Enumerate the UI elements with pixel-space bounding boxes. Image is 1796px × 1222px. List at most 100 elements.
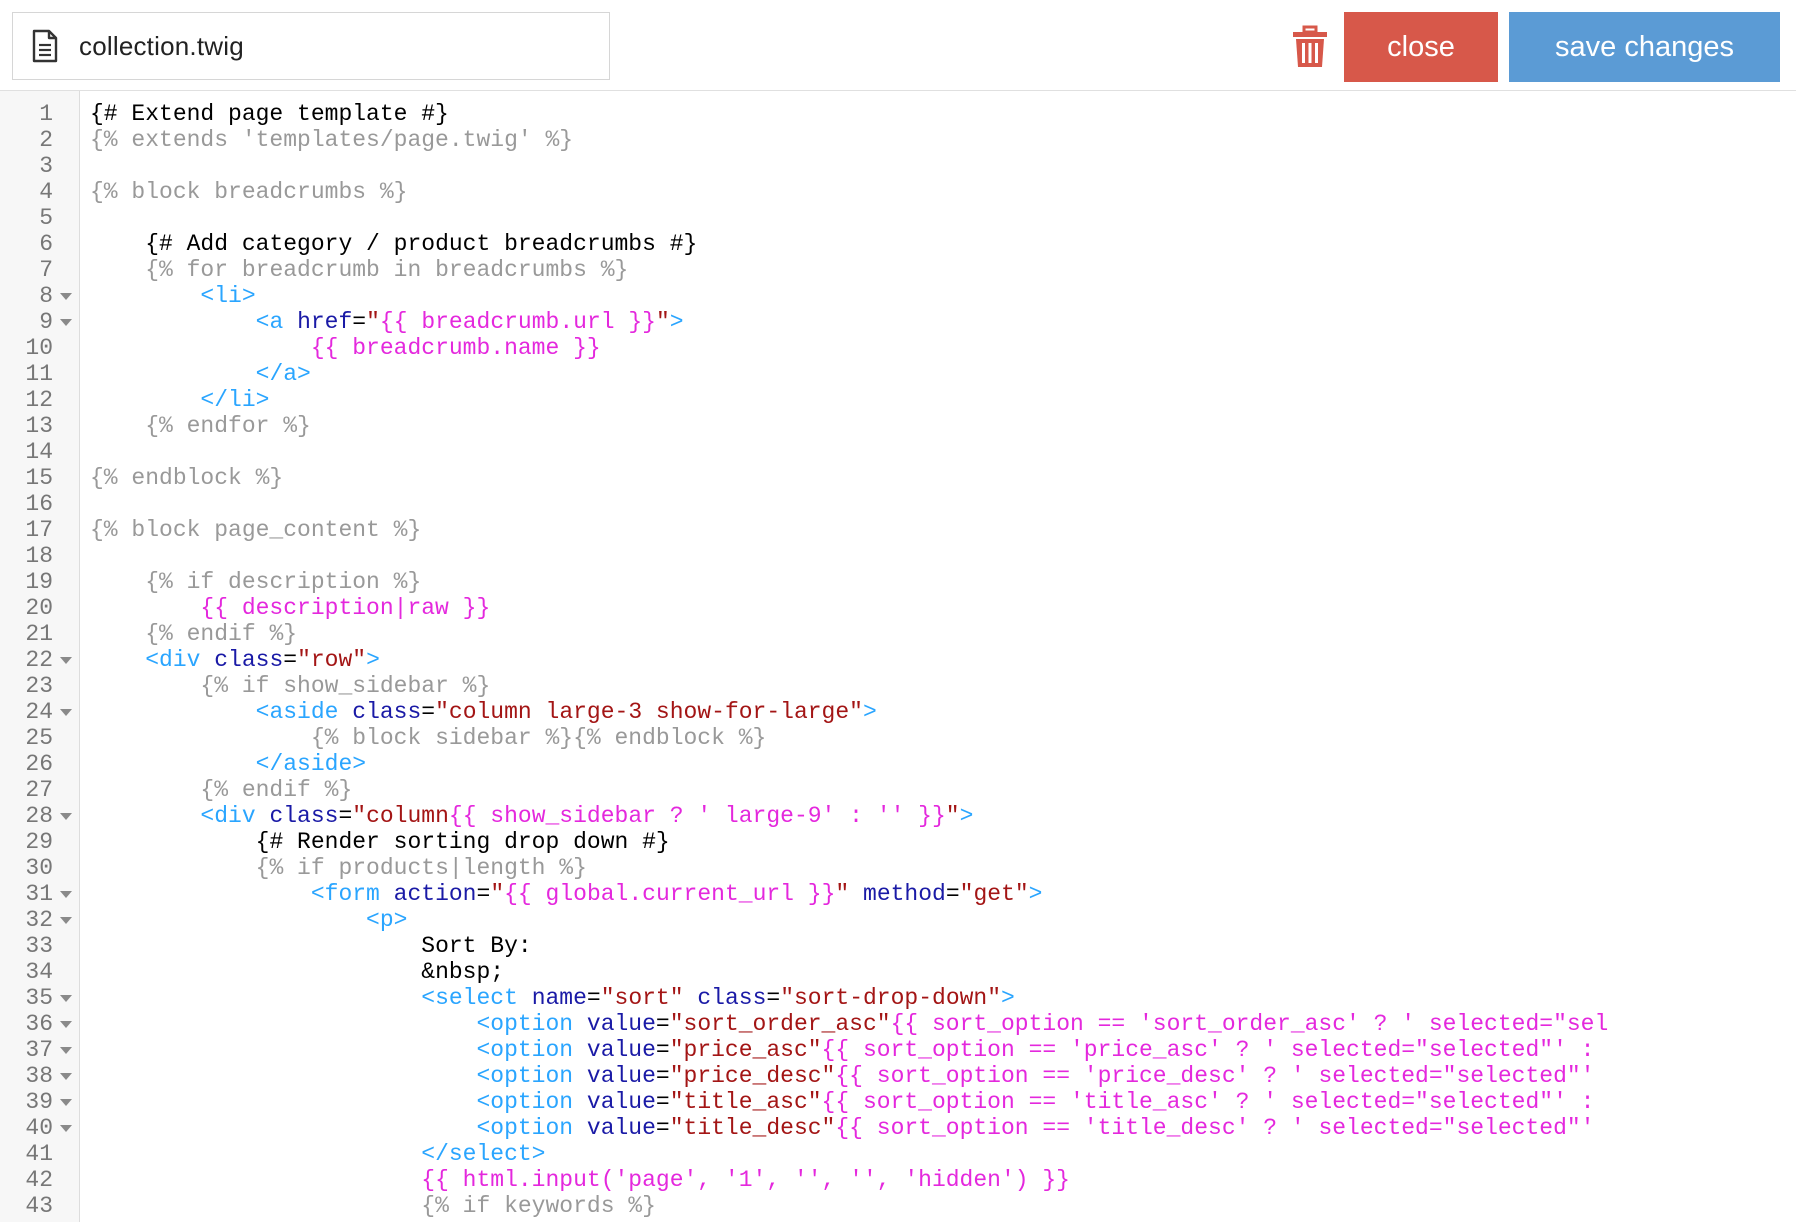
code-lines: 1 {# Extend page template #} 2 {% extends '… — [0, 101, 1796, 1219]
code-line[interactable]: 24 <aside class="column large-3 show-for… — [0, 699, 1796, 725]
code-line[interactable]: 23 {% if show_sidebar %} — [0, 673, 1796, 699]
code-text: <option value="sort_order_asc"{{ sort_op… — [90, 1011, 1608, 1037]
fold-arrow-icon[interactable] — [60, 1125, 72, 1132]
fold-arrow-icon[interactable] — [60, 1099, 72, 1106]
token-attr: value — [586, 1037, 656, 1063]
line-number: 17 — [25, 517, 53, 543]
code-line[interactable]: 43 {% if keywords %} — [0, 1193, 1796, 1219]
code-line[interactable]: 27 {% endif %} — [0, 777, 1796, 803]
token-attr: class — [352, 699, 422, 725]
save-changes-button[interactable]: save changes — [1509, 12, 1780, 82]
fold-arrow-icon[interactable] — [60, 917, 72, 924]
code-text: {# Add category / product breadcrumbs #} — [90, 231, 697, 257]
code-line[interactable]: 18 — [0, 543, 1796, 569]
fold-arrow-icon[interactable] — [60, 995, 72, 1002]
line-number: 10 — [25, 335, 53, 361]
code-line[interactable]: 31 <form action="{{ global.current_url }… — [0, 881, 1796, 907]
token-text: &nbsp; — [421, 959, 505, 985]
token-var: {{ sort_option == 'title_asc' ? ' select… — [821, 1089, 1595, 1115]
code-line[interactable]: 3 — [0, 153, 1796, 179]
code-line[interactable]: 10 {{ breadcrumb.name }} — [0, 335, 1796, 361]
line-number: 29 — [25, 829, 53, 855]
code-line[interactable]: 30 {% if products|length %} — [0, 855, 1796, 881]
close-button[interactable]: close — [1344, 12, 1498, 82]
code-line[interactable]: 4 {% block breadcrumbs %} — [0, 179, 1796, 205]
code-line[interactable]: 19 {% if description %} — [0, 569, 1796, 595]
token-tag: {% if description %} — [145, 569, 422, 595]
code-text: {% if products|length %} — [90, 855, 587, 881]
code-line[interactable]: 13 {% endfor %} — [0, 413, 1796, 439]
code-line[interactable]: 5 — [0, 205, 1796, 231]
code-line[interactable]: 9 <a href="{{ breadcrumb.url }}"> — [0, 309, 1796, 335]
code-line[interactable]: 33 Sort By: — [0, 933, 1796, 959]
code-line[interactable]: 39 <option value="title_asc"{{ sort_opti… — [0, 1089, 1796, 1115]
code-line[interactable]: 42 {{ html.input('page', '1', '', '', 'h… — [0, 1167, 1796, 1193]
token-tag: {% endfor %} — [145, 413, 311, 439]
code-line[interactable]: 32 <p> — [0, 907, 1796, 933]
code-text: <option value="price_desc"{{ sort_option… — [90, 1063, 1594, 1089]
trash-icon[interactable] — [1288, 24, 1332, 70]
token-attr: class — [214, 647, 284, 673]
token-eq: = — [338, 803, 353, 829]
fold-arrow-icon[interactable] — [60, 1021, 72, 1028]
fold-arrow-icon[interactable] — [60, 1073, 72, 1080]
code-line[interactable]: 1 {# Extend page template #} — [0, 101, 1796, 127]
token-str: "row" — [297, 647, 367, 673]
code-text: {{ breadcrumb.name }} — [90, 335, 601, 361]
code-line[interactable]: 7 {% for breadcrumb in breadcrumbs %} — [0, 257, 1796, 283]
document-icon — [25, 26, 65, 66]
fold-arrow-icon[interactable] — [60, 709, 72, 716]
token-attr: value — [586, 1089, 656, 1115]
code-line[interactable]: 2 {% extends 'templates/page.twig' %} — [0, 127, 1796, 153]
code-line[interactable]: 11 </a> — [0, 361, 1796, 387]
code-line[interactable]: 17 {% block page_content %} — [0, 517, 1796, 543]
code-text: {% if keywords %} — [90, 1193, 656, 1219]
code-line[interactable]: 34 &nbsp; — [0, 959, 1796, 985]
code-line[interactable]: 20 {{ description|raw }} — [0, 595, 1796, 621]
token-str: " — [945, 803, 960, 829]
fold-arrow-icon[interactable] — [60, 1047, 72, 1054]
code-editor[interactable]: 1 {# Extend page template #} 2 {% extends '… — [0, 91, 1796, 1222]
code-text: &nbsp; — [90, 959, 504, 985]
fold-arrow-icon[interactable] — [60, 293, 72, 300]
code-line[interactable]: 28 <div class="column{{ show_sidebar ? '… — [0, 803, 1796, 829]
code-line[interactable]: 21 {% endif %} — [0, 621, 1796, 647]
code-line[interactable]: 6 {# Add category / product breadcrumbs … — [0, 231, 1796, 257]
fold-arrow-icon[interactable] — [60, 891, 72, 898]
token-eq: = — [655, 1011, 670, 1037]
code-line[interactable]: 36 <option value="sort_order_asc"{{ sort… — [0, 1011, 1796, 1037]
code-line[interactable]: 8 <li> — [0, 283, 1796, 309]
line-number: 16 — [25, 491, 53, 517]
code-line[interactable]: 16 — [0, 491, 1796, 517]
fold-arrow-icon[interactable] — [60, 813, 72, 820]
code-line[interactable]: 15 {% endblock %} — [0, 465, 1796, 491]
code-line[interactable]: 26 </aside> — [0, 751, 1796, 777]
code-line[interactable]: 37 <option value="price_asc"{{ sort_opti… — [0, 1037, 1796, 1063]
code-line[interactable]: 22 <div class="row"> — [0, 647, 1796, 673]
code-line[interactable]: 14 — [0, 439, 1796, 465]
line-number: 37 — [25, 1037, 53, 1063]
code-line[interactable]: 41 </select> — [0, 1141, 1796, 1167]
token-str: "sort_order_asc" — [669, 1011, 891, 1037]
code-line[interactable]: 35 <select name="sort" class="sort-drop-… — [0, 985, 1796, 1011]
code-line[interactable]: 29 {# Render sorting drop down #} — [0, 829, 1796, 855]
fold-arrow-icon[interactable] — [60, 657, 72, 664]
code-line[interactable]: 40 <option value="title_desc"{{ sort_opt… — [0, 1115, 1796, 1141]
token-eq: = — [586, 985, 601, 1011]
code-line[interactable]: 38 <option value="price_desc"{{ sort_opt… — [0, 1063, 1796, 1089]
line-number: 7 — [39, 257, 53, 283]
token-str: "sort" — [600, 985, 684, 1011]
code-text: Sort By: — [90, 933, 531, 959]
code-line[interactable]: 12 </li> — [0, 387, 1796, 413]
code-line[interactable]: 25 {% block sidebar %}{% endblock %} — [0, 725, 1796, 751]
fold-arrow-icon[interactable] — [60, 319, 72, 326]
filename-field: collection.twig — [12, 12, 610, 80]
token-attr: class — [269, 803, 339, 829]
